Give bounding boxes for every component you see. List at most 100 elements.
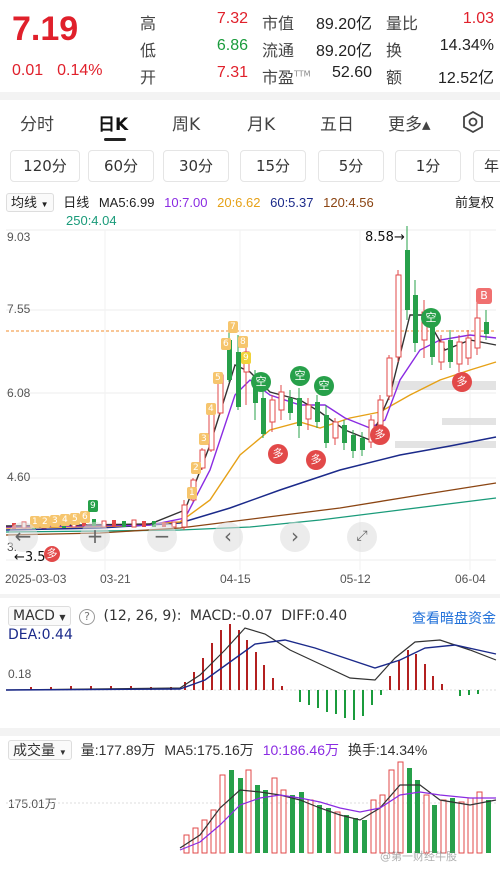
float-value: 89.20亿: [315, 43, 372, 60]
volume-selector[interactable]: 成交量 ▼: [8, 740, 72, 760]
previous-icon[interactable]: ‹: [213, 522, 243, 552]
buy-signal-badge[interactable]: B: [476, 288, 492, 304]
volratio-label: 量比: [386, 14, 419, 33]
volume-header: 成交量 ▼ 量:177.89万 MA5:175.16万 10:186.46万 换…: [8, 740, 498, 760]
count-tag: 1: [187, 487, 197, 499]
pe-value: 52.60: [331, 64, 372, 81]
panel-divider: [0, 728, 500, 736]
long-signal-badge[interactable]: 多: [306, 450, 326, 470]
count-tag: 4: [60, 514, 70, 526]
adjust-mode[interactable]: 前复权: [455, 192, 494, 211]
rally-candles: [181, 226, 489, 530]
long-signal-badge[interactable]: 多: [44, 546, 60, 562]
change-percent: 0.14%: [57, 62, 103, 79]
count-tag: 9: [241, 352, 251, 364]
price-axis-4: 4.60: [7, 470, 31, 484]
macd-histogram: [30, 624, 479, 720]
volratio-value: 1.03: [462, 10, 494, 27]
section-divider: [0, 92, 500, 100]
high-label: 高: [140, 14, 157, 33]
change-value: 0.01: [12, 62, 44, 79]
ma5-value: MA5:6.99: [98, 195, 155, 210]
date-label: 03-21: [100, 572, 131, 586]
ma20-value: 20:6.62: [217, 195, 261, 210]
period-high-marker: 8.58→: [365, 230, 405, 245]
quote-col-1: 高 7.32 低 6.86 开 7.31: [140, 10, 248, 91]
last-price: 7.19: [12, 10, 79, 48]
tab-more[interactable]: 更多▴: [388, 110, 431, 135]
interval-year[interactable]: 年: [473, 150, 500, 182]
low-label: 低: [140, 41, 157, 60]
interval-30min[interactable]: 30分: [163, 150, 229, 182]
open-label: 开: [140, 68, 157, 87]
volume-selector-label: 成交量: [13, 742, 55, 758]
pe-label: 市盈: [262, 68, 295, 87]
price-axis-3: 6.08: [7, 386, 31, 400]
count-tag: 6: [80, 511, 90, 523]
count-tag: 2: [191, 462, 201, 474]
count-tag: 9: [88, 500, 98, 512]
watermark: @第一财经牛股: [380, 850, 457, 863]
tab-five-day[interactable]: 五日: [320, 110, 354, 135]
turnover-label: 换: [386, 41, 403, 60]
price-change: 0.01 0.14%: [12, 62, 103, 80]
ma-selector[interactable]: 均线 ▼: [6, 193, 54, 212]
interval-120min[interactable]: 120分: [10, 150, 80, 182]
count-tag: 5: [70, 513, 80, 525]
scroll-left-icon[interactable]: ←: [8, 522, 38, 552]
zoom-in-icon[interactable]: +: [80, 522, 110, 552]
turnover-value: 14.34%: [439, 37, 494, 54]
tab-weekly-k[interactable]: 周K: [172, 110, 200, 135]
interval-60min[interactable]: 60分: [88, 150, 154, 182]
short-signal-badge[interactable]: 空: [290, 366, 310, 386]
macd-chart[interactable]: [0, 600, 500, 725]
date-label: 06-04: [455, 572, 486, 586]
volume-ma5: MA5:175.16万: [164, 742, 254, 758]
period-tabs: 分时 日K 周K 月K 五日 更多▴: [0, 100, 500, 144]
date-label: 04-15: [220, 572, 251, 586]
long-signal-badge[interactable]: 多: [452, 372, 472, 392]
short-signal-badge[interactable]: 空: [251, 372, 271, 392]
date-axis: 2025-03-03 03-21 04-15 05-12 06-04: [5, 572, 495, 588]
mktcap-value: 89.20亿: [315, 16, 372, 33]
date-label: 2025-03-03: [5, 572, 67, 586]
volume-ma10: 10:186.46万: [262, 742, 339, 758]
count-tag: 5: [213, 372, 223, 384]
ma-line-type: 日线: [63, 195, 90, 210]
ma120-value: 120:4.56: [323, 195, 374, 210]
tab-intraday[interactable]: 分时: [20, 110, 54, 135]
tab-monthly-k[interactable]: 月K: [247, 110, 275, 135]
dropdown-caret-icon: ▼: [58, 748, 67, 757]
volume-value: 量:177.89万: [80, 742, 156, 758]
low-value: 6.86: [216, 37, 248, 54]
long-signal-badge[interactable]: 多: [268, 444, 288, 464]
dropdown-caret-icon: ▼: [40, 200, 49, 209]
float-label: 流通: [262, 41, 295, 60]
date-label: 05-12: [340, 572, 371, 586]
ma60-value: 60:5.37: [270, 195, 314, 210]
quote-col-3: 量比 1.03 换 14.34% 额 12.52亿: [386, 10, 494, 91]
count-tag: 3: [50, 515, 60, 527]
interval-15min[interactable]: 15分: [240, 150, 306, 182]
quote-col-2: 市值 89.20亿 流通 89.20亿 市盈TTM 52.60: [262, 10, 372, 91]
zoom-out-icon[interactable]: −: [147, 522, 177, 552]
volume-chart[interactable]: [0, 760, 500, 860]
short-signal-badge[interactable]: 空: [421, 308, 441, 328]
tab-daily-k[interactable]: 日K: [98, 110, 128, 135]
turnover-rate: 换手:14.34%: [347, 742, 428, 758]
count-tag: 6: [221, 338, 231, 350]
ma-legend: 均线 ▼ 日线 MA5:6.99 10:7.00 20:6.62 60:5.37…: [6, 192, 500, 228]
short-signal-badge[interactable]: 空: [314, 376, 334, 396]
mktcap-label: 市值: [262, 14, 295, 33]
open-value: 7.31: [216, 64, 248, 81]
settings-icon[interactable]: [461, 110, 485, 134]
interval-1min[interactable]: 1分: [395, 150, 461, 182]
active-tab-indicator: [104, 138, 126, 141]
next-icon[interactable]: ›: [280, 522, 310, 552]
price-axis-top: 9.03: [7, 230, 31, 244]
count-tag: 3: [199, 433, 209, 445]
amount-label: 额: [386, 68, 403, 87]
fullscreen-icon[interactable]: ⤢: [347, 522, 377, 552]
long-signal-badge[interactable]: 多: [370, 425, 390, 445]
interval-5min[interactable]: 5分: [318, 150, 384, 182]
